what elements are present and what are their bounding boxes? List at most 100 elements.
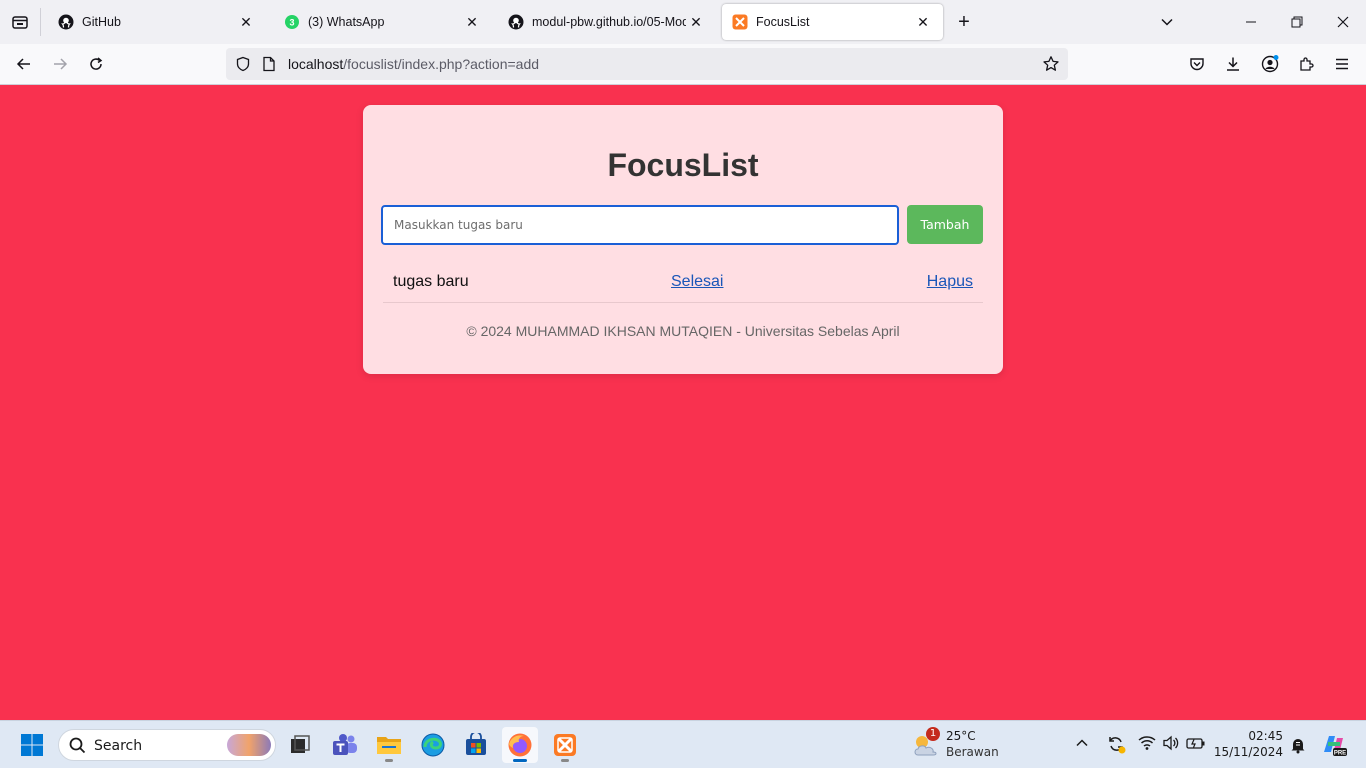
footer-text: © 2024 MUHAMMAD IKHSAN MUTAQIEN - Univer…	[466, 323, 900, 339]
chevron-down-icon	[1161, 18, 1173, 26]
reload-icon	[90, 57, 103, 70]
url-host: localhost	[288, 56, 344, 72]
tab-title: modul-pbw.github.io/05-Modul	[532, 15, 686, 29]
puzzle-icon	[1300, 57, 1314, 71]
firefox-button[interactable]	[502, 727, 538, 763]
task-view-button[interactable]	[282, 727, 318, 763]
url-text[interactable]: localhost/focuslist/index.php?action=add	[288, 56, 539, 72]
new-task-input[interactable]	[381, 205, 899, 245]
battery-icon[interactable]	[1186, 736, 1206, 755]
tab-whatsapp[interactable]: 3 (3) WhatsApp ✕	[274, 4, 492, 40]
reload-button[interactable]	[80, 48, 112, 80]
minimize-icon	[1246, 21, 1256, 23]
weather-badge: 1	[926, 727, 940, 741]
search-label: Search	[94, 738, 143, 754]
close-icon	[1337, 16, 1349, 28]
taskbar-search[interactable]: Search	[58, 729, 276, 761]
tab-title: FocusList	[756, 15, 810, 29]
notification-bell-icon[interactable]	[1290, 736, 1306, 759]
pocket-icon	[1190, 58, 1204, 71]
xampp-icon	[554, 734, 576, 756]
windows-taskbar: Search 1 25°C Berawan 02:45 15/11/2024 P…	[0, 720, 1366, 768]
file-explorer-button[interactable]	[371, 727, 407, 763]
edge-icon	[421, 733, 445, 757]
volume-icon[interactable]	[1162, 735, 1180, 756]
microsoft-store-button[interactable]	[458, 727, 494, 763]
shield-icon[interactable]	[235, 56, 251, 77]
url-path: /focuslist/index.php?action=add	[343, 56, 540, 72]
search-icon	[69, 737, 86, 759]
downloads-button[interactable]	[1217, 48, 1249, 80]
copilot-icon[interactable]: PRE	[1320, 732, 1348, 763]
clock-date: 15/11/2024	[1213, 745, 1283, 759]
teams-icon	[333, 734, 357, 755]
close-tab-icon[interactable]: ✕	[913, 12, 933, 32]
firefox-view-icon	[12, 16, 28, 29]
svg-text:PRE: PRE	[1334, 751, 1346, 757]
weather-condition: Berawan	[946, 745, 999, 759]
weather-temp: 25°C	[946, 729, 976, 743]
start-button[interactable]	[14, 727, 50, 763]
xampp-icon	[732, 14, 748, 30]
firefox-icon	[508, 733, 532, 757]
add-task-button[interactable]: Tambah	[907, 205, 983, 244]
arrow-left-icon	[16, 58, 30, 70]
list-all-tabs-button[interactable]	[1154, 10, 1180, 34]
windows-logo-icon	[21, 734, 43, 756]
close-window-button[interactable]	[1320, 0, 1366, 44]
pocket-button[interactable]	[1181, 48, 1213, 80]
wifi-icon[interactable]	[1138, 735, 1156, 756]
hamburger-icon	[1336, 58, 1348, 70]
page-info-icon[interactable]	[262, 56, 276, 77]
search-highlight-icon	[227, 734, 271, 756]
edge-button[interactable]	[415, 727, 451, 763]
url-bar[interactable]: localhost/focuslist/index.php?action=add	[226, 48, 1068, 80]
page-title: FocusList	[607, 147, 759, 183]
account-icon	[1261, 55, 1279, 73]
bookmark-star-icon[interactable]	[1042, 55, 1060, 78]
forward-button[interactable]	[44, 48, 76, 80]
back-button[interactable]	[8, 48, 40, 80]
github-icon	[58, 14, 74, 30]
folder-icon	[377, 737, 401, 754]
tab-title: GitHub	[82, 15, 121, 29]
account-button[interactable]	[1254, 48, 1286, 80]
restore-icon	[1291, 16, 1303, 28]
task-view-icon	[291, 735, 310, 753]
clock[interactable]: 02:45 15/11/2024	[1214, 727, 1290, 763]
extensions-button[interactable]	[1290, 48, 1322, 80]
arrow-right-icon	[54, 58, 68, 70]
teams-button[interactable]	[327, 727, 363, 763]
whatsapp-icon: 3	[284, 14, 300, 30]
navigation-toolbar: localhost/focuslist/index.php?action=add	[0, 44, 1366, 85]
focuslist-card: FocusList Tambah tugas baru Selesai Hapu…	[363, 105, 1003, 374]
download-icon	[1227, 57, 1239, 71]
running-indicator	[385, 759, 393, 762]
close-tab-icon[interactable]: ✕	[686, 12, 706, 32]
tab-modul-pbw[interactable]: modul-pbw.github.io/05-Modul ✕	[498, 4, 716, 40]
restore-button[interactable]	[1274, 0, 1320, 44]
clock-time: 02:45	[1248, 729, 1283, 743]
show-hidden-icons-chevron-icon[interactable]	[1075, 736, 1089, 755]
task-row: tugas baru Selesai Hapus	[383, 266, 983, 303]
delete-task-link[interactable]: Hapus	[927, 273, 973, 291]
tab-title: (3) WhatsApp	[308, 15, 385, 29]
close-tab-icon[interactable]: ✕	[462, 12, 482, 32]
active-indicator	[513, 759, 527, 762]
xampp-button[interactable]	[547, 727, 583, 763]
minimize-button[interactable]	[1228, 0, 1274, 44]
mark-done-link[interactable]: Selesai	[671, 273, 723, 291]
new-tab-button[interactable]: +	[952, 10, 976, 34]
whatsapp-badge: 3	[289, 18, 294, 28]
running-indicator	[561, 759, 569, 762]
weather-widget[interactable]: 1 25°C Berawan	[912, 727, 1002, 763]
store-icon	[466, 733, 486, 755]
firefox-view-button[interactable]	[0, 0, 40, 44]
tab-github[interactable]: GitHub ✕	[48, 4, 266, 40]
tab-focuslist[interactable]: FocusList ✕	[722, 4, 943, 40]
github-icon	[508, 14, 524, 30]
sync-icon[interactable]	[1106, 734, 1126, 759]
menu-button[interactable]	[1326, 48, 1358, 80]
task-name: tugas baru	[393, 273, 469, 290]
close-tab-icon[interactable]: ✕	[236, 12, 256, 32]
